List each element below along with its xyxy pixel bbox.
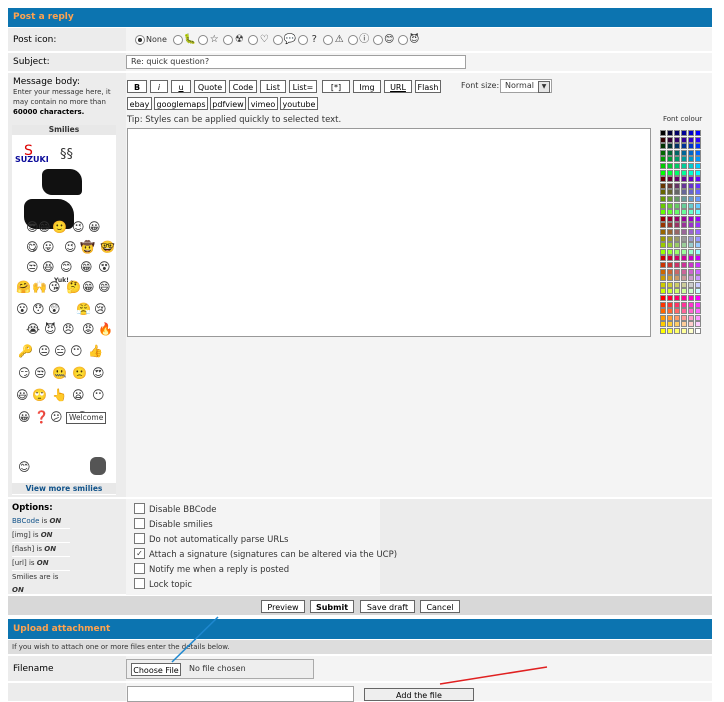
red-annotation-line — [439, 666, 548, 685]
blue-annotation-line — [171, 616, 219, 663]
annotation-overlay — [171, 616, 548, 685]
